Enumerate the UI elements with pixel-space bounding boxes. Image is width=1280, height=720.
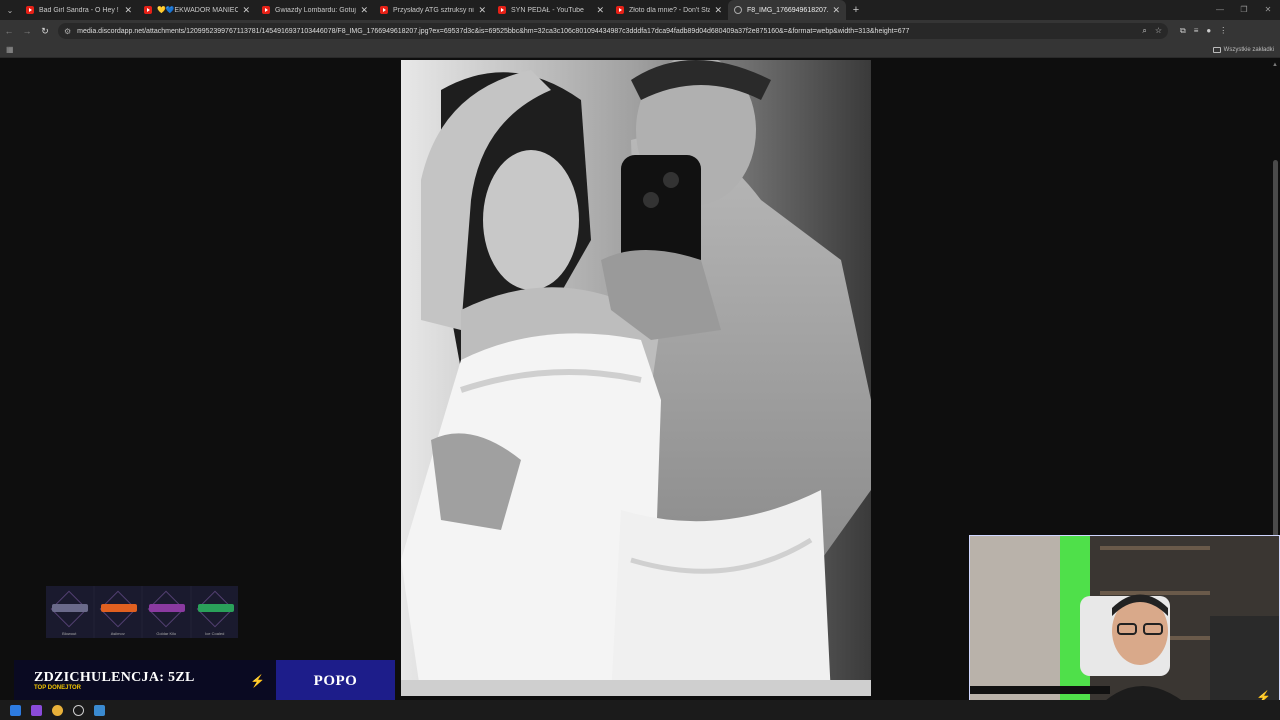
media-icon[interactable]: ≡ [1194, 26, 1199, 36]
bookmarks-bar: ▦ Wszystkie zakładki [0, 42, 1280, 58]
steam-icon[interactable] [94, 704, 105, 716]
close-window-icon[interactable]: ✕ [1256, 0, 1280, 20]
twitch-icon[interactable] [31, 704, 42, 716]
tab-2[interactable]: Gwiazdy Lombardu: Gotujemy ✕ [256, 0, 374, 20]
skin-name: Goldar Kilo [156, 631, 177, 636]
bookmark-star-icon[interactable]: ☆ [1155, 26, 1162, 36]
url-text: media.discordapp.net/attachments/1209952… [77, 27, 910, 35]
tab-close-icon[interactable]: ✕ [242, 5, 250, 16]
skin-card: Goldar Kilo [143, 586, 190, 638]
apps-grid-icon[interactable]: ▦ [6, 45, 14, 54]
youtube-icon [144, 6, 152, 14]
tab-1[interactable]: 💛💙EKWADOR MANIECZKI✕ [138, 0, 256, 20]
donor-banner: ZDZICHULENCJA: 5ZL TOP DONEJTOR ⚡ [14, 660, 276, 703]
window-controls: — ❐ ✕ [1208, 0, 1280, 20]
tab-6[interactable]: F8_IMG_1766949618207.jpg (3✕ [728, 0, 846, 20]
youtube-icon [380, 6, 388, 14]
youtube-icon [26, 6, 34, 14]
tab-close-icon[interactable]: ✕ [714, 5, 722, 16]
tab-search-icon[interactable]: ⌄ [0, 0, 20, 20]
popo-label: POPO [276, 660, 395, 703]
tab-label: Złoto dla mnie? - Don't Starve [629, 6, 711, 14]
tab-close-icon[interactable]: ✕ [596, 5, 604, 16]
chrome-icon[interactable] [52, 704, 63, 716]
profile-icon[interactable]: ● [1206, 26, 1211, 36]
weapon-icon [52, 604, 88, 612]
address-bar[interactable]: ⚙ media.discordapp.net/attachments/12099… [58, 23, 1168, 39]
tab-label: F8_IMG_1766949618207.jpg (3 [747, 6, 829, 14]
tab-label: Bad Girl Sandra - O Hey ! - You [39, 6, 120, 14]
new-tab-button[interactable]: + [846, 4, 866, 16]
skin-card: Asiimov [94, 586, 141, 638]
tab-label: Gwiazdy Lombardu: Gotujemy [275, 6, 356, 14]
bolt-icon: ⚡ [250, 674, 265, 688]
tab-label: SYN PEDAŁ - YouTube [511, 6, 584, 14]
skin-card: Blowout [46, 586, 93, 638]
weapon-icon [197, 604, 234, 612]
menu-icon[interactable]: ⋮ [1219, 26, 1227, 36]
obs-icon[interactable] [73, 704, 84, 716]
extensions-icon[interactable]: ⧉ [1180, 26, 1186, 36]
tab-0[interactable]: Bad Girl Sandra - O Hey ! - You ✕ [20, 0, 138, 20]
screen: ⌄ Bad Girl Sandra - O Hey ! - You✕💛💙EKWA… [0, 0, 1280, 720]
tab-3[interactable]: Przysłady ATG sztruksy nie wyj ✕ [374, 0, 492, 20]
donor-title: ZDZICHULENCJA: 5ZL [34, 670, 195, 685]
webcam-overlay: ⚡ [969, 535, 1280, 715]
reload-icon[interactable]: ↻ [36, 26, 54, 37]
globe-icon [734, 6, 742, 14]
browser-toolbar: ← → ↻ ⚙ media.discordapp.net/attachments… [0, 20, 1280, 42]
tab-close-icon[interactable]: ✕ [124, 5, 132, 16]
viewed-image[interactable] [401, 60, 871, 696]
zoom-icon[interactable]: ⌕ [1142, 26, 1146, 36]
tab-strip: ⌄ Bad Girl Sandra - O Hey ! - You✕💛💙EKWA… [0, 0, 1280, 20]
all-bookmarks-button[interactable]: Wszystkie zakładki [1212, 46, 1274, 53]
tab-close-icon[interactable]: ✕ [360, 5, 368, 16]
youtube-icon [616, 6, 624, 14]
windows-start-icon[interactable] [10, 704, 21, 716]
weapon-icon [100, 604, 137, 612]
maximize-icon[interactable]: ❐ [1232, 0, 1256, 20]
tab-5[interactable]: Złoto dla mnie? - Don't Starve✕ [610, 0, 728, 20]
tab-label: Przysłady ATG sztruksy nie wyj [393, 6, 474, 14]
weapon-icon [149, 604, 185, 612]
taskbar [0, 700, 1280, 720]
skin-name: Asiimov [110, 631, 125, 636]
tab-close-icon[interactable]: ✕ [832, 5, 840, 16]
youtube-icon [262, 6, 270, 14]
scroll-up-icon[interactable]: ▲ [1272, 62, 1278, 68]
skins-overlay: Blowout Asiimov Goldar Kilo Ice Coaled [46, 586, 238, 638]
skin-card: Ice Coaled [191, 586, 238, 638]
photo-illustration [401, 60, 871, 696]
folder-icon [1212, 46, 1221, 53]
all-bookmarks-label: Wszystkie zakładki [1223, 46, 1274, 53]
minimize-icon[interactable]: — [1208, 0, 1232, 20]
tab-4[interactable]: SYN PEDAŁ - YouTube ✕ [492, 0, 610, 20]
skin-name: Blowout [62, 631, 77, 636]
donor-subtitle: TOP DONEJTOR [34, 685, 82, 691]
tab-close-icon[interactable]: ✕ [478, 5, 486, 16]
forward-icon[interactable]: → [18, 26, 36, 36]
skin-name: Ice Coaled [205, 631, 225, 636]
youtube-icon [498, 6, 506, 14]
tab-label: 💛💙EKWADOR MANIECZKI [157, 7, 239, 14]
webcam-feed [970, 536, 1279, 714]
site-info-icon[interactable]: ⚙ [64, 27, 71, 36]
back-icon[interactable]: ← [0, 26, 18, 36]
